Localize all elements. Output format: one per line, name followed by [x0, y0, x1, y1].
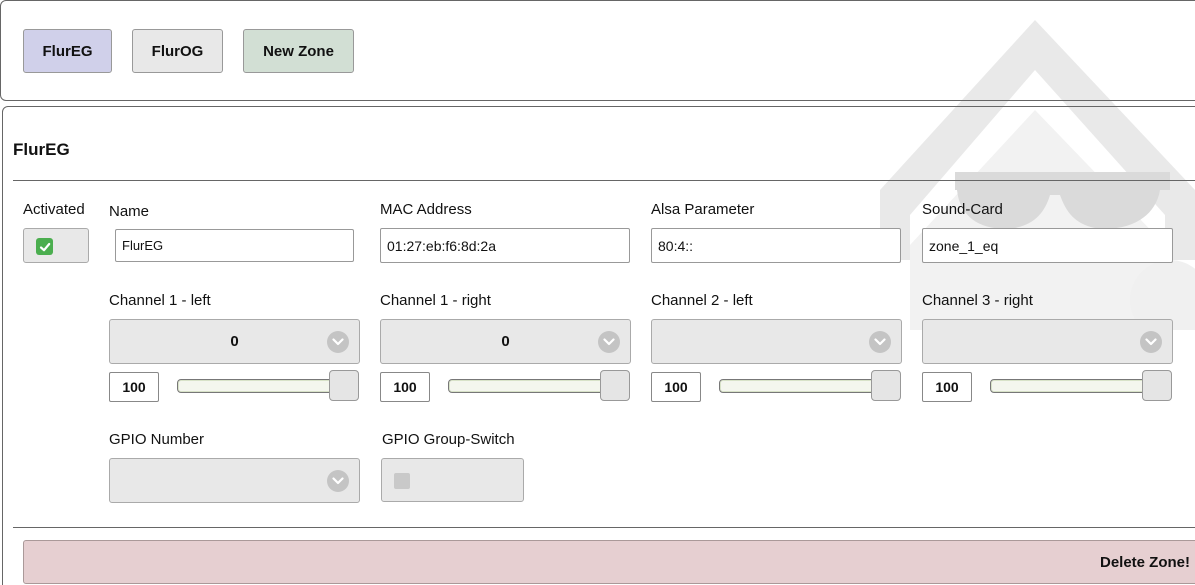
activated-label: Activated — [23, 201, 85, 218]
name-label: Name — [109, 203, 150, 220]
zone-tab-flurog[interactable]: FlurOG — [132, 29, 223, 73]
zone-title: FlurEG — [13, 140, 70, 159]
channel-label: Channel 1 - left — [109, 292, 211, 309]
delete-zone-button[interactable]: Delete Zone! — [23, 540, 1195, 584]
divider-top — [13, 180, 1195, 181]
new-zone-button[interactable]: New Zone — [243, 29, 354, 73]
gpio-number-label: GPIO Number — [109, 431, 205, 448]
channel-1-right-volume-value[interactable]: 100 — [380, 372, 430, 402]
checkbox-box — [394, 473, 410, 489]
channel-3-right-select[interactable] — [922, 319, 1173, 364]
gpio-group-switch-checkbox[interactable] — [381, 458, 524, 502]
gpio-group-switch-label: GPIO Group-Switch — [382, 431, 515, 448]
check-icon — [36, 238, 53, 255]
chevron-down-icon — [1140, 331, 1162, 353]
zone-tab-flureg[interactable]: FlurEG — [23, 29, 112, 73]
slider-handle[interactable] — [600, 370, 630, 401]
select-value: 0 — [230, 333, 239, 350]
channel-2-left-select[interactable] — [651, 319, 902, 364]
alsa-parameter-label: Alsa Parameter — [651, 201, 755, 218]
channel-2-left-volume-value[interactable]: 100 — [651, 372, 701, 402]
channel-3-right-volume-value[interactable]: 100 — [922, 372, 972, 402]
chevron-down-icon — [598, 331, 620, 353]
mac-address-input[interactable] — [380, 228, 630, 263]
channel-label: Channel 3 - right — [922, 292, 1033, 309]
channel-1-right-select[interactable]: 0 — [380, 319, 631, 364]
chevron-down-icon — [327, 470, 349, 492]
mac-address-label: MAC Address — [380, 201, 472, 218]
chevron-down-icon — [869, 331, 891, 353]
select-value: 0 — [501, 333, 510, 350]
sound-card-label: Sound-Card — [922, 201, 1003, 218]
slider-handle[interactable] — [871, 370, 901, 401]
alsa-parameter-input[interactable] — [651, 228, 901, 263]
channel-1-left-select[interactable]: 0 — [109, 319, 360, 364]
channel-1-left-volume-value[interactable]: 100 — [109, 372, 159, 402]
channel-label: Channel 2 - left — [651, 292, 753, 309]
slider-handle[interactable] — [329, 370, 359, 401]
slider-handle[interactable] — [1142, 370, 1172, 401]
channel-label: Channel 1 - right — [380, 292, 491, 309]
chevron-down-icon — [327, 331, 349, 353]
sound-card-input[interactable] — [922, 228, 1173, 263]
name-input[interactable] — [115, 229, 354, 262]
activated-checkbox[interactable] — [23, 228, 89, 263]
divider-bottom — [13, 527, 1195, 528]
gpio-number-select[interactable] — [109, 458, 360, 503]
